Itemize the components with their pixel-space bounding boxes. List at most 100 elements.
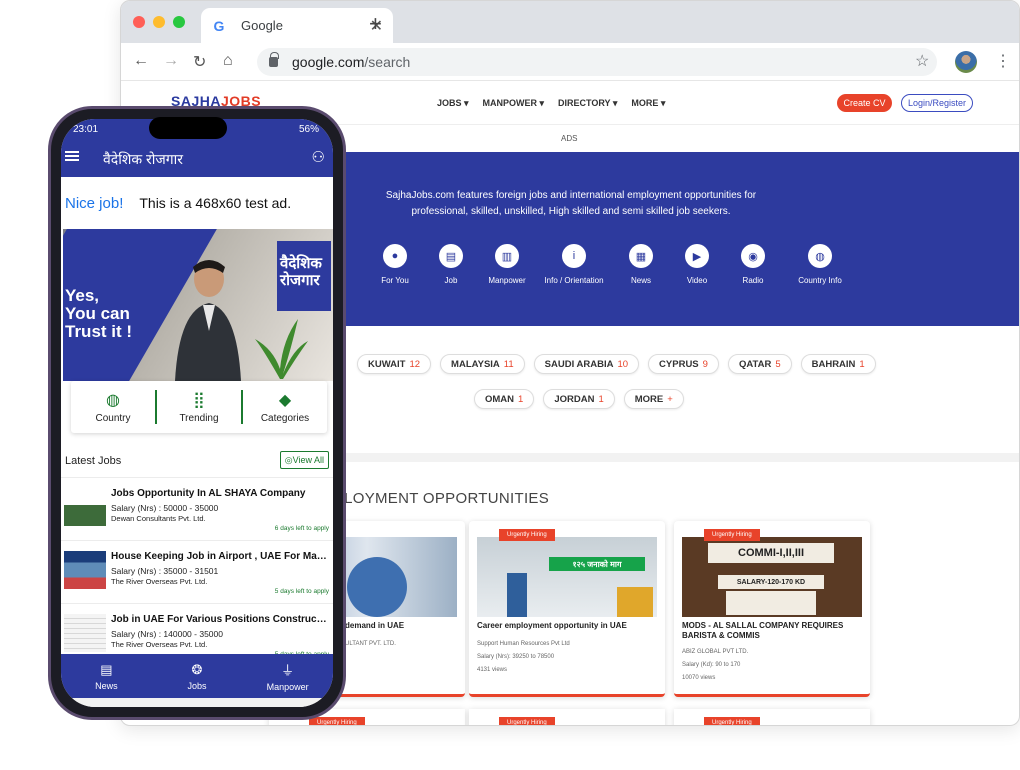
- hero-cat-manpower[interactable]: ▥ Manpower: [479, 244, 535, 285]
- hero-cat-info[interactable]: i Info / Orientation: [535, 244, 613, 285]
- hero-cat-for-you[interactable]: ● For You: [367, 244, 423, 285]
- bottom-nav-manpower[interactable]: ⏚ Manpower: [242, 654, 333, 698]
- user-icon[interactable]: ⚇: [312, 148, 325, 166]
- urgent-badge: Urgently Hiring: [499, 717, 555, 725]
- system-nav-bar: [61, 698, 333, 707]
- nav-manpower[interactable]: MANPOWER ▾: [483, 98, 545, 109]
- info-icon: i: [562, 244, 586, 268]
- banner-logo: वैदेशिक रोजगार: [277, 241, 331, 311]
- job-company: Dewan Consultants Pvt. Ltd.: [111, 514, 206, 523]
- chart-icon: ⣿: [193, 392, 205, 409]
- nav-jobs[interactable]: JOBS ▾: [437, 98, 469, 109]
- country-chip-oman[interactable]: OMAN 1: [474, 389, 535, 409]
- job-card-company: ULTANT PVT. LTD.: [345, 641, 396, 647]
- country-chip-qatar[interactable]: QATAR 5: [727, 354, 792, 374]
- main-nav: JOBS ▾ MANPOWER ▾ DIRECTORY ▾ MORE ▾: [437, 98, 665, 109]
- job-card-salary: Salary (Kd): 90 to 170: [682, 662, 741, 668]
- urgent-badge: Urgently Hiring: [704, 529, 760, 541]
- bottom-nav-news[interactable]: ▤ News: [61, 654, 152, 698]
- jobs-icon: ❂: [191, 661, 203, 677]
- view-all-button[interactable]: ◎ View All: [279, 451, 329, 469]
- bottom-nav-jobs[interactable]: ❂ Jobs: [152, 654, 243, 698]
- camera-notch: [149, 117, 227, 139]
- job-card-title: Career employment opportunity in UAE: [477, 621, 627, 630]
- tag-icon: ◆: [278, 392, 292, 409]
- forward-arrow-icon[interactable]: →: [163, 52, 179, 70]
- quicknav-trending[interactable]: ⣿ Trending: [157, 390, 241, 424]
- country-chip-cyprus[interactable]: CYPRUS 9: [648, 354, 719, 374]
- job-card-peek[interactable]: Urgently Hiring: [674, 709, 870, 725]
- card-banner-text: १२५ जनाको माग: [549, 557, 645, 571]
- tab-google[interactable]: G Google ✕: [201, 8, 393, 43]
- login-register-button[interactable]: Login/Register: [901, 94, 973, 112]
- latest-jobs-title: Latest Jobs: [65, 455, 122, 467]
- play-icon: ▶: [685, 244, 709, 268]
- person-image: [175, 260, 241, 381]
- urgent-badge: Urgently Hiring: [704, 717, 760, 725]
- job-card[interactable]: COMMI-I,II,III SALARY-120-170 KD Urgentl…: [674, 521, 870, 697]
- quicknav-country[interactable]: ◍ Country: [71, 390, 155, 424]
- job-thumbnail: [64, 488, 106, 526]
- eye-icon: ◎: [284, 454, 293, 465]
- job-card-peek[interactable]: Urgently Hiring: [469, 709, 665, 725]
- list-item[interactable]: House Keeping Job in Airport , UAE For M…: [61, 540, 333, 602]
- lock-icon: [269, 52, 279, 67]
- create-cv-button[interactable]: Create CV: [837, 94, 892, 112]
- close-window-button[interactable]: [133, 16, 145, 28]
- job-company: The River Overseas Pvt. Ltd.: [111, 577, 208, 586]
- job-card-title: MODS - AL SALLAL COMPANY REQUIRES BARIST…: [682, 621, 844, 640]
- country-chip-jordan[interactable]: JORDAN 1: [543, 389, 615, 409]
- job-salary: Salary (Nrs) : 35000 - 31501: [111, 566, 219, 576]
- job-card-company: Support Human Resources Pvt Ltd: [477, 641, 570, 647]
- job-thumbnail: [64, 614, 106, 652]
- globe-icon: ◍: [808, 244, 832, 268]
- job-days-left: 6 days left to apply: [274, 525, 329, 532]
- hero-cat-radio[interactable]: ◉ Radio: [725, 244, 781, 285]
- job-title: Jobs Opportunity In AL SHAYA Company: [111, 488, 306, 499]
- tab-title: Google: [241, 18, 283, 33]
- urgent-badge: Urgently Hiring: [499, 529, 555, 541]
- hamburger-menu-icon[interactable]: [65, 151, 79, 161]
- home-icon[interactable]: ⌂: [223, 52, 233, 70]
- hero-cat-video[interactable]: ▶ Video: [669, 244, 725, 285]
- country-chip-bahrain[interactable]: BAHRAIN 1: [800, 354, 876, 374]
- address-bar[interactable]: google.com/search: [257, 48, 937, 76]
- country-chip-more[interactable]: MORE +: [623, 389, 684, 409]
- bookmark-star-icon[interactable]: ☆: [915, 51, 929, 71]
- minimize-window-button[interactable]: [153, 16, 165, 28]
- profile-avatar[interactable]: [955, 51, 977, 73]
- job-card-salary: Salary (Nrs): 39250 to 78500: [477, 654, 555, 660]
- promo-banner[interactable]: Yes, You can Trust it ! वैदेशिक रोजगार: [63, 229, 333, 381]
- google-icon: G: [213, 17, 225, 34]
- newspaper-icon: ▤: [100, 661, 113, 677]
- app-title: वैदेशिक रोजगार: [103, 151, 183, 167]
- country-chip-saudi-arabia[interactable]: SAUDI ARABIA 10: [533, 354, 640, 374]
- reload-icon[interactable]: ↻: [193, 52, 206, 72]
- job-salary: Salary (Nrs) : 50000 - 35000: [111, 503, 219, 513]
- job-card-views: 4131 views: [477, 667, 508, 673]
- ad-banner[interactable]: Nice job! This is a 468x60 test ad.: [61, 183, 333, 223]
- status-time: 23:01: [73, 124, 99, 135]
- hero-text: SajhaJobs.com features foreign jobs and …: [385, 190, 757, 217]
- hero-cat-job[interactable]: ▤ Job: [423, 244, 479, 285]
- nav-more[interactable]: MORE ▾: [631, 98, 665, 109]
- urgent-badge: Urgently Hiring: [309, 717, 365, 725]
- hero-cat-news[interactable]: ▦ News: [613, 244, 669, 285]
- back-arrow-icon[interactable]: ←: [133, 52, 149, 70]
- country-chip-kuwait[interactable]: KUWAIT 12: [357, 354, 432, 374]
- kebab-menu-icon[interactable]: ⋮: [995, 51, 1011, 71]
- plug-icon: ⏚: [281, 663, 295, 678]
- new-tab-button[interactable]: +: [369, 11, 382, 37]
- quicknav-categories[interactable]: ◆ Categories: [243, 390, 327, 424]
- job-card-image: COMMI-I,II,III SALARY-120-170 KD: [682, 537, 862, 617]
- country-chip-malaysia[interactable]: MALAYSIA 11: [440, 354, 525, 374]
- job-card[interactable]: १२५ जनाको माग Urgently Hiring Career emp…: [469, 521, 665, 697]
- list-item[interactable]: Jobs Opportunity In AL SHAYA Company Sal…: [61, 477, 333, 539]
- ads-label: ADS: [561, 134, 578, 143]
- job-title: Job in UAE For Various Positions Constru…: [111, 614, 329, 625]
- maximize-window-button[interactable]: [173, 16, 185, 28]
- banner-slogan: Yes, You can Trust it !: [65, 286, 133, 341]
- hero-cat-country-info[interactable]: ◍ Country Info: [781, 244, 859, 285]
- stage: G Google ✕ + ← → ↻ ⌂ google.com/search ☆…: [0, 0, 1020, 770]
- nav-directory[interactable]: DIRECTORY ▾: [558, 98, 617, 109]
